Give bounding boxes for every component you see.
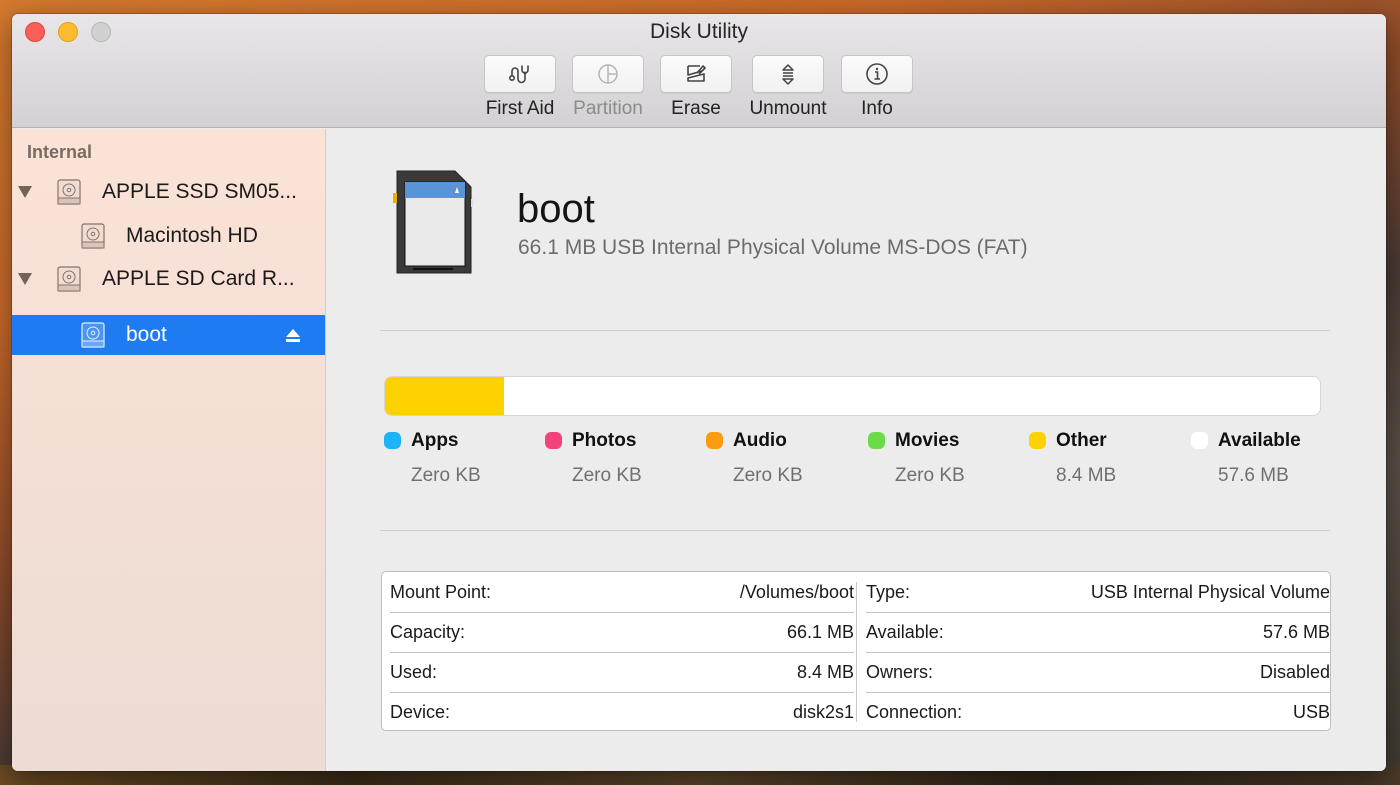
info-row-owners: Owners: Disabled xyxy=(866,652,1330,692)
unmount-icon xyxy=(782,64,794,85)
info-label: Info xyxy=(861,98,893,119)
separator xyxy=(380,330,1330,331)
photos-color-dot xyxy=(545,432,562,449)
info-value: disk2s1 xyxy=(792,701,854,722)
info-icon xyxy=(866,63,888,85)
apps-color-dot xyxy=(384,432,401,449)
hard-drive-icon xyxy=(57,266,81,292)
legend-value: Zero KB xyxy=(411,465,481,486)
disclosure-triangle-icon[interactable] xyxy=(18,273,32,285)
info-label: Device: xyxy=(390,701,451,722)
hard-drive-icon xyxy=(81,322,105,348)
legend-value: Zero KB xyxy=(733,465,803,486)
info-value: 66.1 MB xyxy=(786,621,854,642)
other-color-dot xyxy=(1029,432,1046,449)
erase-icon xyxy=(687,65,706,82)
info-row-type: Type: USB Internal Physical Volume xyxy=(866,572,1330,612)
first-aid-button[interactable]: First Aid xyxy=(484,55,556,120)
pie-chart-icon xyxy=(598,64,618,84)
info-row-mount-point: Mount Point: /Volumes/boot xyxy=(390,572,854,612)
legend-label: Audio xyxy=(733,430,787,451)
info-value: USB Internal Physical Volume xyxy=(1090,581,1330,602)
legend-value: Zero KB xyxy=(572,465,642,486)
separator xyxy=(380,530,1330,531)
eject-icon[interactable] xyxy=(285,327,301,343)
sidebar-item-macintosh-hd[interactable]: Macintosh HD xyxy=(12,216,325,256)
info-value: 8.4 MB xyxy=(796,661,854,682)
sidebar-item-label: APPLE SD Card R... xyxy=(102,267,295,290)
window-title: Disk Utility xyxy=(650,20,748,43)
legend-value: 8.4 MB xyxy=(1056,465,1117,486)
usage-bar-other-segment xyxy=(385,377,504,415)
available-color-dot xyxy=(1191,432,1208,449)
sidebar-item-apple-ssd[interactable]: APPLE SSD SM05... xyxy=(12,172,325,212)
stethoscope-icon xyxy=(508,65,529,84)
usage-legend: Apps Zero KB Photos Zero KB Audio Zero K… xyxy=(384,429,1324,499)
info-label: Capacity: xyxy=(390,621,466,642)
info-row-available: Available: 57.6 MB xyxy=(866,612,1330,652)
info-label: Mount Point: xyxy=(390,581,492,602)
sidebar-item-label: APPLE SSD SM05... xyxy=(102,180,297,203)
hard-drive-icon xyxy=(81,223,105,249)
volume-description: 66.1 MB USB Internal Physical Volume MS-… xyxy=(518,236,1028,259)
sidebar-item-label: Macintosh HD xyxy=(126,224,258,247)
unmount-button[interactable]: Unmount xyxy=(747,55,829,120)
sidebar-item-boot[interactable]: boot xyxy=(12,315,325,355)
first-aid-label: First Aid xyxy=(485,98,555,119)
sidebar-section-internal: Internal xyxy=(27,142,93,162)
hard-drive-icon xyxy=(57,179,81,205)
info-row-device: Device: disk2s1 xyxy=(390,692,854,732)
partition-button[interactable]: Partition xyxy=(572,55,644,120)
usage-bar xyxy=(384,376,1321,416)
sidebar-item-apple-sd-card[interactable]: APPLE SD Card R... xyxy=(12,259,325,299)
legend-label: Photos xyxy=(572,430,637,451)
legend-label: Other xyxy=(1056,430,1107,451)
disclosure-triangle-icon[interactable] xyxy=(18,186,32,198)
sidebar: Internal APPLE SSD SM05... Macintosh HD xyxy=(12,129,326,771)
legend-value: Zero KB xyxy=(895,465,965,486)
info-column-left: Mount Point: /Volumes/boot Capacity: 66.… xyxy=(390,572,854,732)
volume-name: boot xyxy=(517,187,595,231)
movies-color-dot xyxy=(868,432,885,449)
info-row-capacity: Capacity: 66.1 MB xyxy=(390,612,854,652)
legend-label: Apps xyxy=(411,430,459,451)
info-label: Available: xyxy=(866,621,944,642)
info-value: USB xyxy=(1292,701,1330,722)
info-column-right: Type: USB Internal Physical Volume Avail… xyxy=(866,572,1330,732)
unmount-label: Unmount xyxy=(749,98,827,119)
disk-utility-window: Disk Utility First Aid Partition Erase U… xyxy=(12,14,1386,771)
toolbar: First Aid Partition Erase Unmount Info xyxy=(12,55,1386,125)
erase-button[interactable]: Erase xyxy=(660,55,732,120)
partition-label: Partition xyxy=(573,98,643,119)
column-divider xyxy=(856,582,857,722)
legend-value: 57.6 MB xyxy=(1218,465,1289,486)
erase-label: Erase xyxy=(671,98,721,119)
info-label: Type: xyxy=(866,581,911,602)
info-row-connection: Connection: USB xyxy=(866,692,1330,732)
info-label: Owners: xyxy=(866,661,934,682)
sidebar-item-label: boot xyxy=(126,323,167,346)
info-table: Mount Point: /Volumes/boot Capacity: 66.… xyxy=(381,571,1331,731)
info-button[interactable]: Info xyxy=(841,55,913,120)
titlebar: Disk Utility First Aid Partition Erase U… xyxy=(12,14,1386,128)
info-label: Connection: xyxy=(866,701,963,722)
info-value: Disabled xyxy=(1259,661,1330,682)
legend-label: Available xyxy=(1218,430,1301,451)
info-row-used: Used: 8.4 MB xyxy=(390,652,854,692)
info-label: Used: xyxy=(390,661,438,682)
info-value: 57.6 MB xyxy=(1262,621,1330,642)
info-value: /Volumes/boot xyxy=(739,581,854,602)
main-panel: boot 66.1 MB USB Internal Physical Volum… xyxy=(327,129,1386,771)
sd-card-icon xyxy=(393,170,473,274)
legend-label: Movies xyxy=(895,430,960,451)
audio-color-dot xyxy=(706,432,723,449)
